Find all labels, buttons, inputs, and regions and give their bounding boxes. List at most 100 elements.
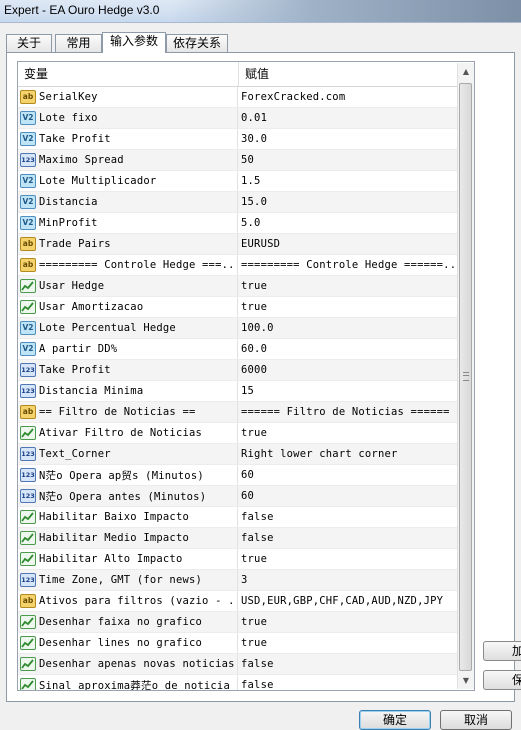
parameter-value[interactable]: 1.5	[241, 175, 261, 187]
table-row[interactable]: Usar Hedge true	[18, 276, 457, 297]
table-row[interactable]: 123 N茫o Opera antes (Minutos) 60	[18, 486, 457, 507]
parameter-value[interactable]: true	[241, 553, 267, 565]
scrollbar-thumb[interactable]	[459, 83, 472, 671]
parameter-value-cell[interactable]: ========= Controle Hedge ======...	[238, 255, 457, 275]
table-row[interactable]: ab == Filtro de Noticias == ====== Filtro …	[18, 402, 457, 423]
parameter-value[interactable]: 6000	[241, 364, 267, 376]
table-row[interactable]: 123 Text_Corner Right lower chart corner	[18, 444, 457, 465]
parameter-value-cell[interactable]: 100.0	[238, 318, 457, 338]
table-row[interactable]: V2 Lote fixo 0.01	[18, 108, 457, 129]
parameter-value-cell[interactable]: false	[238, 507, 457, 527]
parameter-value-cell[interactable]: true	[238, 549, 457, 569]
parameter-value-cell[interactable]: false	[238, 675, 457, 690]
parameter-value-cell[interactable]: 60	[238, 465, 457, 485]
parameter-value[interactable]: true	[241, 301, 267, 313]
vertical-scrollbar[interactable]: ▲ ▼	[457, 63, 474, 689]
table-row[interactable]: 123 Distancia Minima 15	[18, 381, 457, 402]
parameter-value-cell[interactable]: USD,EUR,GBP,CHF,CAD,AUD,NZD,JPY	[238, 591, 457, 611]
column-header-variable[interactable]: 变量	[18, 62, 239, 86]
parameter-value[interactable]: true	[241, 616, 267, 628]
parameter-value[interactable]: 30.0	[241, 133, 267, 145]
parameter-value-cell[interactable]: 15	[238, 381, 457, 401]
parameter-value-cell[interactable]: 50	[238, 150, 457, 170]
table-row[interactable]: ab SerialKey ForexCracked.com	[18, 87, 457, 108]
parameter-value-cell[interactable]: ====== Filtro de Noticias ======	[238, 402, 457, 422]
table-row[interactable]: 123 N茫o Opera ap贸s (Minutos) 60	[18, 465, 457, 486]
table-row[interactable]: ab Trade Pairs EURUSD	[18, 234, 457, 255]
column-header-value[interactable]: 赋值	[239, 62, 269, 86]
table-row[interactable]: V2 Take Profit 30.0	[18, 129, 457, 150]
parameter-value-cell[interactable]: 0.01	[238, 108, 457, 128]
parameter-value-cell[interactable]: true	[238, 423, 457, 443]
parameter-value-cell[interactable]: false	[238, 528, 457, 548]
tab-about[interactable]: 关于	[6, 34, 52, 52]
table-row[interactable]: Desenhar faixa no grafico true	[18, 612, 457, 633]
table-row[interactable]: Desenhar apenas novas noticias false	[18, 654, 457, 675]
table-row[interactable]: Habilitar Medio Impacto false	[18, 528, 457, 549]
tab-common[interactable]: 常用	[55, 34, 102, 52]
table-row[interactable]: 123 Maximo Spread 50	[18, 150, 457, 171]
parameter-value-cell[interactable]: false	[238, 654, 457, 674]
parameter-value-cell[interactable]: 3	[238, 570, 457, 590]
parameter-value[interactable]: Right lower chart corner	[241, 448, 398, 460]
parameter-value-cell[interactable]: 30.0	[238, 129, 457, 149]
parameter-value-cell[interactable]: EURUSD	[238, 234, 457, 254]
save-button[interactable]: 保	[483, 670, 521, 690]
parameter-value[interactable]: ========= Controle Hedge ======...	[241, 259, 457, 271]
ok-button[interactable]: 确定	[359, 710, 431, 730]
parameter-value-cell[interactable]: 60.0	[238, 339, 457, 359]
parameter-value-cell[interactable]: 6000	[238, 360, 457, 380]
parameter-value[interactable]: true	[241, 637, 267, 649]
parameter-value[interactable]: false	[241, 532, 274, 544]
parameter-value[interactable]: true	[241, 280, 267, 292]
table-row[interactable]: Ativar Filtro de Noticias true	[18, 423, 457, 444]
tab-dependencies[interactable]: 依存关系	[166, 34, 228, 52]
parameter-value[interactable]: 60	[241, 490, 254, 502]
parameter-value[interactable]: true	[241, 427, 267, 439]
table-row[interactable]: Habilitar Alto Impacto true	[18, 549, 457, 570]
parameter-value[interactable]: 3	[241, 574, 248, 586]
parameter-value-cell[interactable]: true	[238, 633, 457, 653]
parameter-value-cell[interactable]: 5.0	[238, 213, 457, 233]
table-row[interactable]: Habilitar Baixo Impacto false	[18, 507, 457, 528]
parameter-value-cell[interactable]: Right lower chart corner	[238, 444, 457, 464]
parameter-value[interactable]: ====== Filtro de Noticias ======	[241, 406, 450, 418]
parameter-value[interactable]: USD,EUR,GBP,CHF,CAD,AUD,NZD,JPY	[241, 595, 443, 607]
parameter-value-cell[interactable]: true	[238, 276, 457, 296]
parameter-value[interactable]: ForexCracked.com	[241, 91, 345, 103]
table-row[interactable]: V2 A partir DD% 60.0	[18, 339, 457, 360]
table-row[interactable]: Desenhar lines no grafico true	[18, 633, 457, 654]
table-row[interactable]: Sinal aproxima莽茫o de noticia false	[18, 675, 457, 690]
parameter-value[interactable]: 5.0	[241, 217, 261, 229]
scroll-down-arrow-icon[interactable]: ▼	[458, 672, 474, 689]
parameter-value[interactable]: 15.0	[241, 196, 267, 208]
parameter-value[interactable]: 60	[241, 469, 254, 481]
parameter-value-cell[interactable]: 60	[238, 486, 457, 506]
parameter-value[interactable]: 60.0	[241, 343, 267, 355]
table-row[interactable]: 123 Time Zone, GMT (for news) 3	[18, 570, 457, 591]
parameter-value-cell[interactable]: true	[238, 612, 457, 632]
scroll-up-arrow-icon[interactable]: ▲	[458, 63, 474, 80]
table-row[interactable]: V2 MinProfit 5.0	[18, 213, 457, 234]
table-row[interactable]: V2 Lote Multiplicador 1.5	[18, 171, 457, 192]
load-button[interactable]: 加	[483, 641, 521, 661]
table-row[interactable]: V2 Distancia 15.0	[18, 192, 457, 213]
cancel-button[interactable]: 取消	[440, 710, 512, 730]
parameter-value[interactable]: 100.0	[241, 322, 274, 334]
tab-inputs[interactable]: 输入参数	[102, 32, 166, 53]
table-row[interactable]: Usar Amortizacao true	[18, 297, 457, 318]
parameter-value[interactable]: false	[241, 658, 274, 670]
parameter-value[interactable]: false	[241, 511, 274, 523]
table-row[interactable]: V2 Lote Percentual Hedge 100.0	[18, 318, 457, 339]
parameter-value-cell[interactable]: 1.5	[238, 171, 457, 191]
parameter-value[interactable]: 0.01	[241, 112, 267, 124]
table-row[interactable]: ab Ativos para filtros (vazio - ... USD,EU…	[18, 591, 457, 612]
parameter-value[interactable]: EURUSD	[241, 238, 280, 250]
parameter-value[interactable]: false	[241, 679, 274, 690]
table-row[interactable]: 123 Take Profit 6000	[18, 360, 457, 381]
parameter-value[interactable]: 50	[241, 154, 254, 166]
parameter-value[interactable]: 15	[241, 385, 254, 397]
parameter-value-cell[interactable]: 15.0	[238, 192, 457, 212]
table-row[interactable]: ab ========= Controle Hedge ===... =======…	[18, 255, 457, 276]
parameter-value-cell[interactable]: true	[238, 297, 457, 317]
